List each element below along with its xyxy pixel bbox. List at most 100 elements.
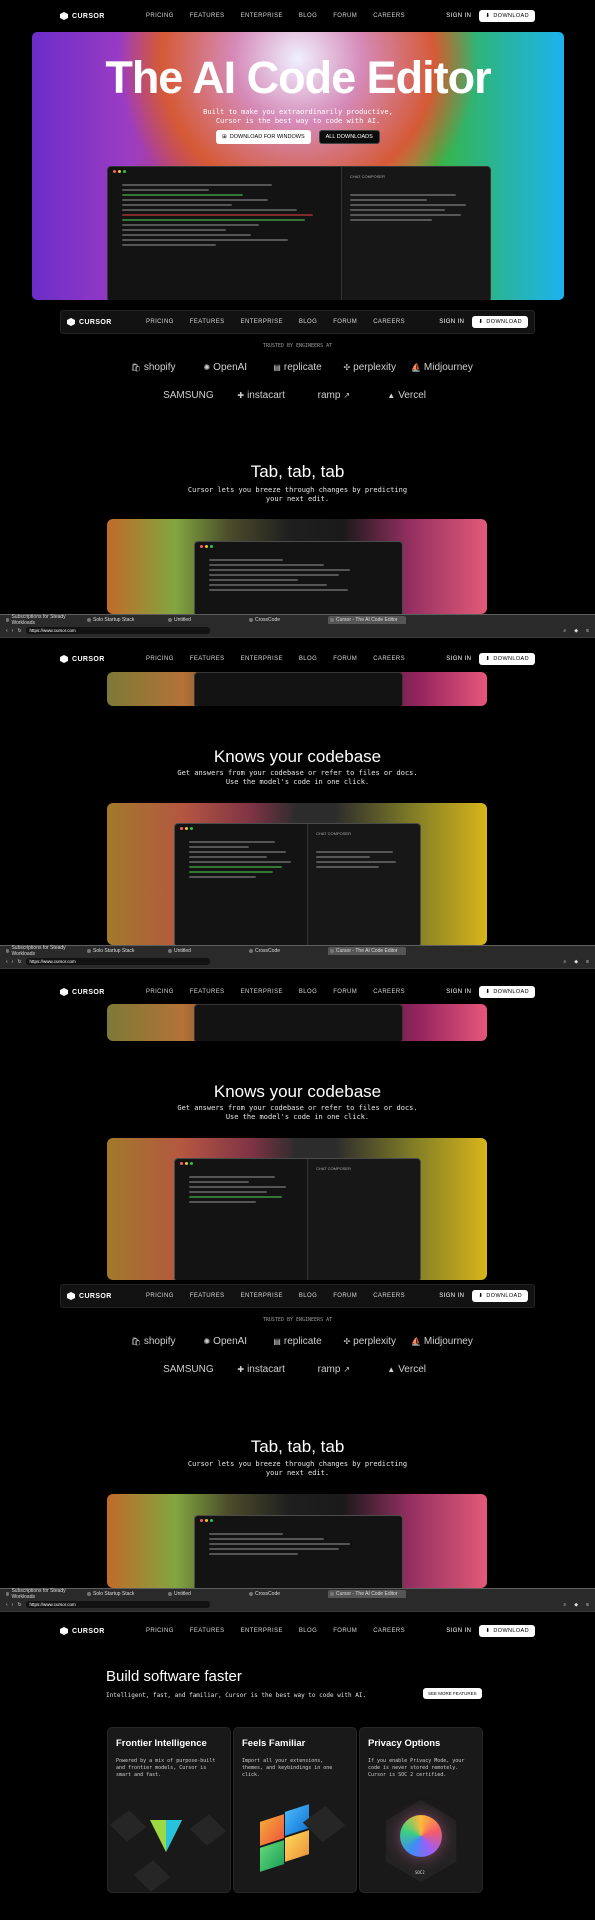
nav-link-enterprise[interactable]: ENTERPRISE — [241, 319, 283, 325]
browser-tab[interactable]: Solo Startup Stack — [85, 947, 163, 955]
extensions-icon[interactable]: ◆ — [574, 959, 578, 965]
reload-icon[interactable]: ↻ — [17, 959, 21, 965]
brand-logo[interactable]: CURSOR — [67, 318, 112, 326]
search-icon[interactable]: ⌕ — [563, 1602, 566, 1608]
close-dot[interactable] — [180, 1162, 183, 1165]
brand-logo[interactable]: CURSOR — [60, 12, 105, 20]
nav-link-enterprise[interactable]: ENTERPRISE — [241, 13, 283, 19]
maximize-dot[interactable] — [210, 545, 213, 548]
forward-icon[interactable]: › — [12, 1602, 14, 1608]
nav-link-forum[interactable]: FORUM — [333, 1293, 357, 1299]
browser-tab-active[interactable]: Cursor - The AI Code Editor — [328, 947, 406, 955]
nav-link-pricing[interactable]: PRICING — [146, 989, 174, 995]
reload-icon[interactable]: ↻ — [17, 628, 21, 634]
menu-icon[interactable]: ≡ — [586, 628, 589, 634]
minimize-dot[interactable] — [205, 545, 208, 548]
chat-tab[interactable]: CHAT COMPOSER — [316, 831, 351, 836]
browser-tab[interactable]: Solo Startup Stack — [85, 616, 163, 624]
browser-tab[interactable]: Untitled — [166, 616, 244, 624]
nav-link-careers[interactable]: CAREERS — [373, 656, 405, 662]
download-button[interactable]: ⬇ DOWNLOAD — [479, 1625, 535, 1637]
menu-icon[interactable]: ≡ — [586, 959, 589, 965]
download-button[interactable]: ⬇ DOWNLOAD — [479, 986, 535, 998]
extensions-icon[interactable]: ◆ — [574, 1602, 578, 1608]
menu-icon[interactable]: ≡ — [586, 1602, 589, 1608]
address-bar[interactable]: https://www.cursor.com — [25, 1601, 210, 1608]
browser-tab-active[interactable]: Cursor - The AI Code Editor — [328, 616, 406, 624]
browser-tab[interactable]: Subscriptions for Steady Workloads — [4, 614, 82, 626]
minimize-dot[interactable] — [205, 1519, 208, 1522]
download-button[interactable]: ⬇ DOWNLOAD — [479, 653, 535, 665]
brand-logo[interactable]: CURSOR — [60, 988, 105, 996]
browser-tab[interactable]: CrossCode — [247, 1590, 325, 1598]
maximize-dot[interactable] — [190, 827, 193, 830]
nav-link-blog[interactable]: BLOG — [299, 1293, 317, 1299]
forward-icon[interactable]: › — [12, 628, 14, 634]
download-button[interactable]: ⬇ DOWNLOAD — [479, 10, 535, 22]
nav-link-blog[interactable]: BLOG — [299, 1628, 317, 1634]
nav-link-careers[interactable]: CAREERS — [373, 319, 405, 325]
close-dot[interactable] — [200, 1519, 203, 1522]
nav-link-features[interactable]: FEATURES — [190, 1628, 225, 1634]
close-dot[interactable] — [113, 170, 116, 173]
nav-link-pricing[interactable]: PRICING — [146, 656, 174, 662]
download-button[interactable]: ⬇ DOWNLOAD — [472, 1290, 528, 1302]
address-bar[interactable]: https://www.cursor.com — [25, 958, 210, 965]
nav-link-forum[interactable]: FORUM — [333, 319, 357, 325]
forward-icon[interactable]: › — [12, 959, 14, 965]
search-icon[interactable]: ⌕ — [563, 959, 566, 965]
brand-logo[interactable]: CURSOR — [60, 1627, 105, 1635]
sign-in-link[interactable]: SIGN IN — [439, 319, 464, 325]
nav-link-careers[interactable]: CAREERS — [373, 1293, 405, 1299]
back-icon[interactable]: ‹ — [6, 628, 8, 634]
browser-tab[interactable]: Subscriptions for Steady Workloads — [4, 1588, 82, 1600]
nav-link-blog[interactable]: BLOG — [299, 656, 317, 662]
nav-link-careers[interactable]: CAREERS — [373, 1628, 405, 1634]
nav-link-enterprise[interactable]: ENTERPRISE — [241, 1293, 283, 1299]
nav-link-features[interactable]: FEATURES — [190, 319, 225, 325]
browser-tab[interactable]: Untitled — [166, 947, 244, 955]
nav-link-enterprise[interactable]: ENTERPRISE — [241, 989, 283, 995]
close-dot[interactable] — [200, 545, 203, 548]
reload-icon[interactable]: ↻ — [17, 1602, 21, 1608]
sign-in-link[interactable]: SIGN IN — [446, 13, 471, 19]
nav-link-features[interactable]: FEATURES — [190, 656, 225, 662]
nav-link-enterprise[interactable]: ENTERPRISE — [241, 656, 283, 662]
nav-link-forum[interactable]: FORUM — [333, 656, 357, 662]
maximize-dot[interactable] — [190, 1162, 193, 1165]
maximize-dot[interactable] — [123, 170, 126, 173]
download-for-windows-button[interactable]: ⊞ DOWNLOAD FOR WINDOWS — [216, 130, 311, 144]
nav-link-careers[interactable]: CAREERS — [373, 13, 405, 19]
minimize-dot[interactable] — [185, 827, 188, 830]
nav-link-blog[interactable]: BLOG — [299, 319, 317, 325]
extensions-icon[interactable]: ◆ — [574, 628, 578, 634]
chat-tab[interactable]: CHAT COMPOSER — [316, 1166, 351, 1171]
nav-link-features[interactable]: FEATURES — [190, 989, 225, 995]
all-downloads-button[interactable]: ALL DOWNLOADS — [318, 130, 380, 144]
chat-tab[interactable]: CHAT COMPOSER — [350, 174, 385, 179]
nav-link-blog[interactable]: BLOG — [299, 989, 317, 995]
nav-link-careers[interactable]: CAREERS — [373, 989, 405, 995]
sign-in-link[interactable]: SIGN IN — [446, 989, 471, 995]
nav-link-features[interactable]: FEATURES — [190, 13, 225, 19]
search-icon[interactable]: ⌕ — [563, 628, 566, 634]
browser-tab[interactable]: Subscriptions for Steady Workloads — [4, 945, 82, 957]
nav-link-features[interactable]: FEATURES — [190, 1293, 225, 1299]
nav-link-blog[interactable]: BLOG — [299, 13, 317, 19]
see-more-features-button[interactable]: SEE MORE FEATURES — [423, 1688, 482, 1699]
nav-link-pricing[interactable]: PRICING — [146, 1293, 174, 1299]
minimize-dot[interactable] — [118, 170, 121, 173]
brand-logo[interactable]: CURSOR — [60, 655, 105, 663]
nav-link-enterprise[interactable]: ENTERPRISE — [241, 1628, 283, 1634]
nav-link-forum[interactable]: FORUM — [333, 1628, 357, 1634]
browser-tab[interactable]: CrossCode — [247, 616, 325, 624]
sign-in-link[interactable]: SIGN IN — [446, 1628, 471, 1634]
sign-in-link[interactable]: SIGN IN — [446, 656, 471, 662]
minimize-dot[interactable] — [185, 1162, 188, 1165]
nav-link-forum[interactable]: FORUM — [333, 989, 357, 995]
maximize-dot[interactable] — [210, 1519, 213, 1522]
back-icon[interactable]: ‹ — [6, 1602, 8, 1608]
nav-link-pricing[interactable]: PRICING — [146, 1628, 174, 1634]
address-bar[interactable]: https://www.cursor.com — [25, 627, 210, 634]
browser-tab[interactable]: Solo Startup Stack — [85, 1590, 163, 1598]
